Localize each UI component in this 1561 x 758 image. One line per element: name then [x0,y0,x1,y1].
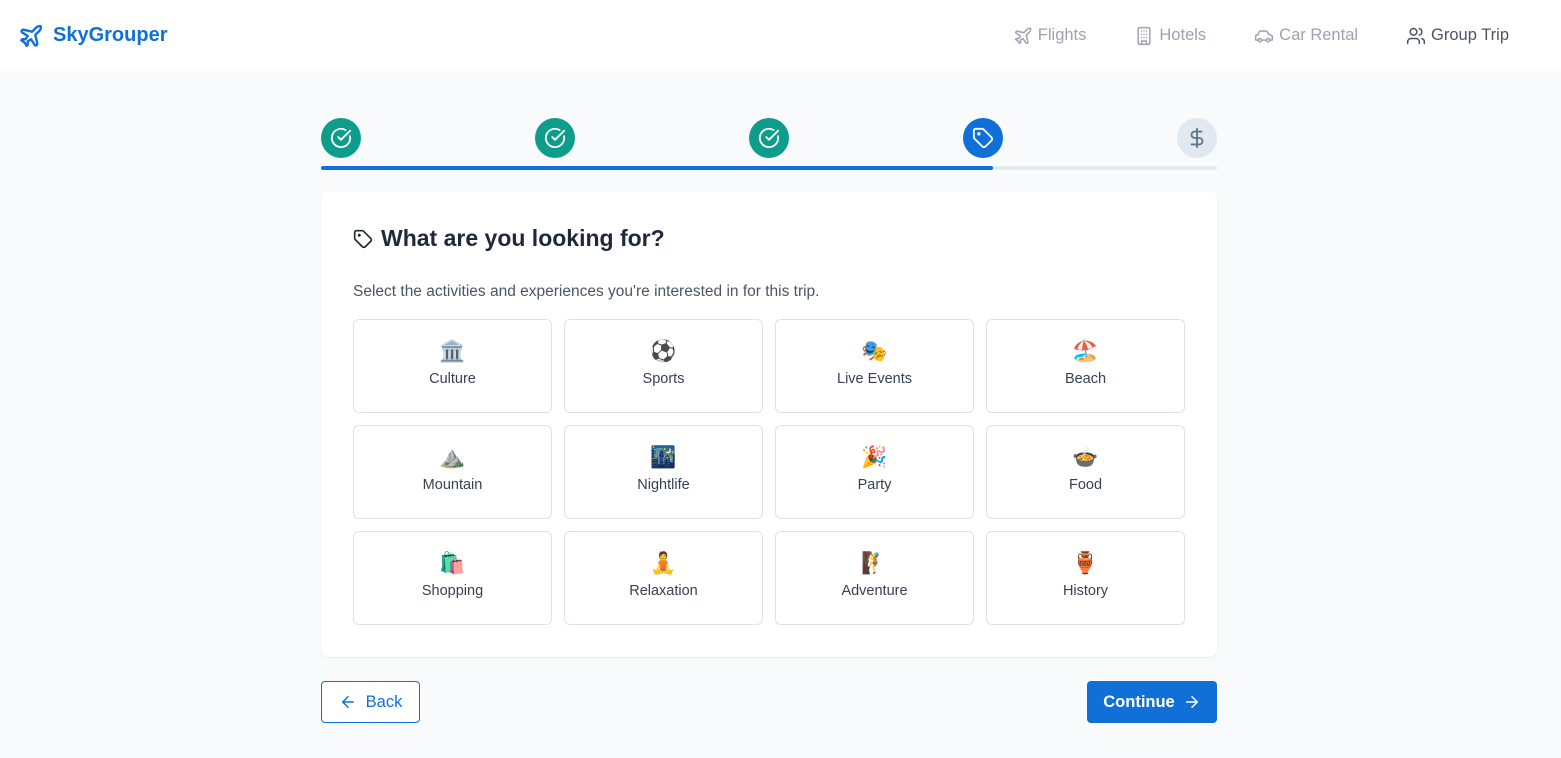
activity-tile-live-events[interactable]: 🎭 Live Events [775,319,974,413]
arrow-left-icon [341,696,354,708]
nav-item-label: Group Trip [1431,26,1509,44]
card-subtitle: Select the activities and experiences yo… [353,283,820,300]
arrow-right-icon [1185,696,1198,708]
step-3-complete [749,118,789,158]
activity-tile-sports[interactable]: ⚽ Sports [564,319,763,413]
step-5-pending [1177,118,1217,158]
meditation-icon: 🧘 [650,552,677,575]
culture-icon: 🏛️ [439,340,466,363]
card-title-text: What are you looking for? [381,225,665,251]
plane-icon [20,24,43,47]
climber-icon: 🧗 [861,552,888,575]
brand-name: SkyGrouper [53,24,168,46]
soccer-ball-icon: ⚽ [650,340,677,363]
theater-masks-icon: 🎭 [861,340,888,363]
activity-label: Party [857,477,892,493]
mountain-icon: ⛰️ [439,446,466,469]
check-circle-icon [544,127,566,148]
nav-item-flights[interactable]: Flights [1013,26,1087,46]
activity-tile-culture[interactable]: 🏛️ Culture [353,319,552,413]
beach-umbrella-icon: 🏖️ [1072,340,1099,363]
activity-label: Nightlife [637,477,690,493]
shopping-bags-icon: 🛍️ [439,552,466,575]
activity-tile-party[interactable]: 🎉 Party [775,425,974,519]
brand-logo[interactable]: SkyGrouper [18,23,167,49]
party-popper-icon: 🎉 [861,446,888,469]
activity-tile-history[interactable]: 🏺 History [986,531,1185,625]
activity-label: Beach [1064,371,1107,387]
progress-track [321,166,1217,170]
nav-item-label: Hotels [1159,26,1207,44]
users-icon [1406,27,1426,44]
step-4-current [963,118,1003,158]
nav-item-label: Car Rental [1279,26,1359,44]
activity-label: Mountain [422,477,483,493]
progress-fill [321,166,993,170]
building-icon [1137,26,1151,45]
activity-label: Adventure [841,583,908,599]
activity-label: Live Events [837,371,912,387]
nav-item-label: Flights [1037,26,1087,44]
nav-item-hotels[interactable]: Hotels [1134,26,1206,46]
night-city-icon: 🌃 [650,446,677,469]
activities-card: What are you looking for? Select the act… [321,191,1217,657]
back-button-label: Back [365,692,403,711]
activity-label: Shopping [421,583,484,599]
nav-item-group-trip[interactable]: Group Trip [1406,26,1509,46]
tag-icon [353,229,373,248]
top-header: SkyGrouper Flights Hotels Car Rental Gro… [0,0,1561,71]
check-circle-icon [330,127,352,148]
activity-tile-mountain[interactable]: ⛰️ Mountain [353,425,552,519]
food-pot-icon: 🍲 [1072,446,1099,469]
activity-tile-food[interactable]: 🍲 Food [986,425,1185,519]
activity-label: Sports [642,371,685,387]
activity-label: Food [1068,477,1103,493]
main-nav: Flights Hotels Car Rental Group Trip [965,26,1509,46]
back-button[interactable]: Back [321,681,420,723]
activity-tile-relaxation[interactable]: 🧘 Relaxation [564,531,763,625]
step-1-complete [321,118,361,158]
progress-stepper [321,118,1217,172]
activity-label: History [1062,583,1109,599]
activity-tile-shopping[interactable]: 🛍️ Shopping [353,531,552,625]
activity-tile-adventure[interactable]: 🧗 Adventure [775,531,974,625]
activity-tile-nightlife[interactable]: 🌃 Nightlife [564,425,763,519]
activity-label: Relaxation [629,583,698,599]
tag-icon [972,127,994,149]
card-title: What are you looking for? [353,225,665,252]
continue-button[interactable]: Continue [1087,681,1217,723]
activity-grid: 🏛️ Culture ⚽ Sports 🎭 Live Events 🏖️ Bea… [353,319,1185,625]
amphora-icon: 🏺 [1072,552,1099,575]
plane-icon [1014,27,1032,44]
continue-button-label: Continue [1103,692,1175,711]
dollar-icon [1190,127,1204,149]
nav-item-car-rental[interactable]: Car Rental [1254,26,1358,46]
step-2-complete [535,118,575,158]
activity-label: Culture [429,371,476,387]
activity-tile-beach[interactable]: 🏖️ Beach [986,319,1185,413]
check-circle-icon [758,127,780,148]
car-icon [1255,29,1274,43]
